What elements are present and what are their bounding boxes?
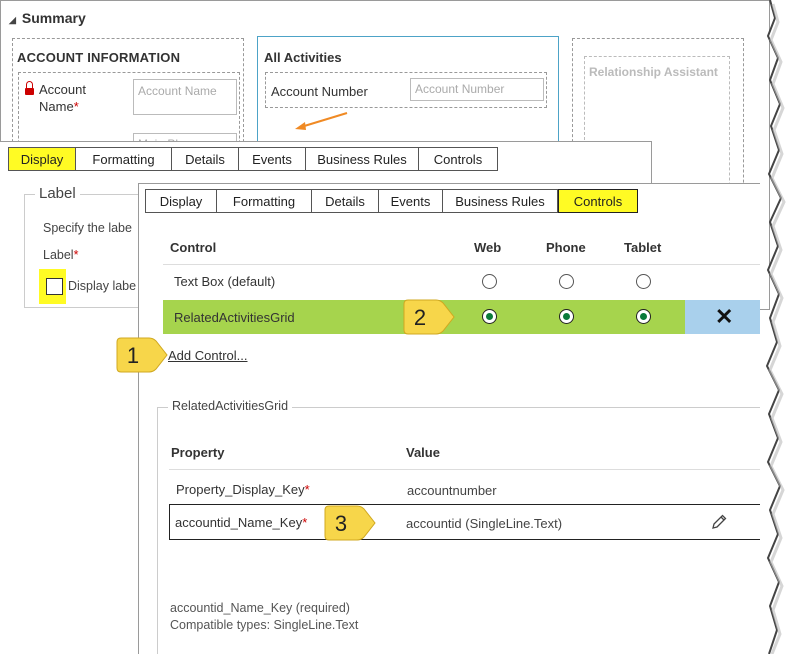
text-box-control-name: Text Box (default) [174, 274, 276, 289]
tab-controls[interactable]: Controls [558, 189, 638, 213]
grid-web-radio[interactable] [482, 309, 497, 324]
grid-tablet-radio[interactable] [636, 309, 651, 324]
display-label-checkbox[interactable] [46, 278, 63, 295]
account-number-field[interactable]: Account Number Account Number [265, 72, 547, 108]
footnote-required: accountid_Name_Key (required) [170, 601, 350, 615]
all-activities-title: All Activities [264, 50, 342, 65]
tab-details[interactable]: Details [172, 147, 239, 171]
pencil-edit-icon[interactable] [710, 513, 728, 531]
text-box-tablet-radio[interactable] [636, 274, 651, 289]
orange-arrow-icon [295, 112, 348, 130]
property-column-header: Property [171, 445, 225, 460]
account-information-title: ACCOUNT INFORMATION [17, 50, 181, 65]
tab-details[interactable]: Details [312, 189, 379, 213]
label-description: Specify the labe [43, 221, 132, 235]
label-field-label: Label* [43, 248, 79, 262]
required-asterisk: * [73, 248, 79, 262]
required-asterisk: * [304, 482, 310, 497]
web-column-header: Web [474, 240, 502, 255]
property-display-key-label: Property_Display_Key* [176, 482, 310, 497]
property-display-key-value[interactable]: accountnumber [407, 483, 497, 498]
accountid-name-key-row[interactable]: accountid_Name_Key* accountid (SingleLin… [169, 504, 760, 540]
display-label-text: Display labe [68, 279, 137, 293]
grid-group-legend: RelatedActivitiesGrid [168, 399, 293, 413]
summary-title: Summary [21, 10, 86, 26]
lock-icon [25, 81, 34, 95]
controls-dialog-tabs: Display Formatting Details Events Busine… [145, 189, 638, 213]
callout-3-number: 3 [334, 511, 348, 536]
header-divider [163, 264, 760, 265]
account-number-label: Account Number [271, 84, 368, 99]
account-name-label: Account Name* [39, 82, 86, 114]
callout-2-number: 2 [413, 305, 427, 330]
collapse-triangle-icon[interactable]: ◢ [9, 15, 16, 26]
text-box-phone-radio[interactable] [559, 274, 574, 289]
property-header-divider [169, 469, 760, 470]
callout-2: 2 [402, 296, 458, 338]
tab-events[interactable]: Events [239, 147, 306, 171]
value-column-header: Value [406, 445, 440, 460]
tab-business-rules[interactable]: Business Rules [306, 147, 419, 171]
tab-events[interactable]: Events [379, 189, 443, 213]
tab-formatting[interactable]: Formatting [217, 189, 312, 213]
tab-display[interactable]: Display [145, 189, 217, 213]
tab-business-rules[interactable]: Business Rules [443, 189, 558, 213]
controls-dialog: Display Formatting Details Events Busine… [138, 183, 760, 654]
callout-1-number: 1 [126, 343, 140, 368]
text-box-web-radio[interactable] [482, 274, 497, 289]
accountid-name-key-label: accountid_Name_Key* [175, 515, 308, 530]
tab-controls[interactable]: Controls [419, 147, 498, 171]
tablet-column-header: Tablet [624, 240, 662, 255]
callout-3: 3 [323, 502, 379, 544]
callout-1: 1 [115, 334, 171, 376]
control-column-header: Control [170, 240, 217, 255]
tab-display[interactable]: Display [8, 147, 76, 171]
account-number-input[interactable]: Account Number [410, 78, 544, 101]
remove-control-cell[interactable]: ✕ [685, 300, 760, 334]
add-control-link[interactable]: Add Control... [168, 348, 248, 363]
remove-x-icon[interactable]: ✕ [715, 305, 733, 329]
field-properties-tabs: Display Formatting Details Events Busine… [8, 147, 498, 171]
required-asterisk: * [302, 515, 308, 530]
account-name-input[interactable]: Account Name [133, 79, 237, 115]
accountid-name-key-value[interactable]: accountid (SingleLine.Text) [406, 516, 562, 531]
phone-column-header: Phone [546, 240, 586, 255]
footnote-compatible-types: Compatible types: SingleLine.Text [170, 618, 359, 632]
label-legend: Label [35, 185, 80, 202]
tab-formatting[interactable]: Formatting [76, 147, 172, 171]
summary-header[interactable]: ◢ Summary [9, 10, 86, 26]
grid-phone-radio[interactable] [559, 309, 574, 324]
required-asterisk: * [73, 99, 79, 114]
related-activities-grid-control-name: RelatedActivitiesGrid [174, 310, 295, 325]
